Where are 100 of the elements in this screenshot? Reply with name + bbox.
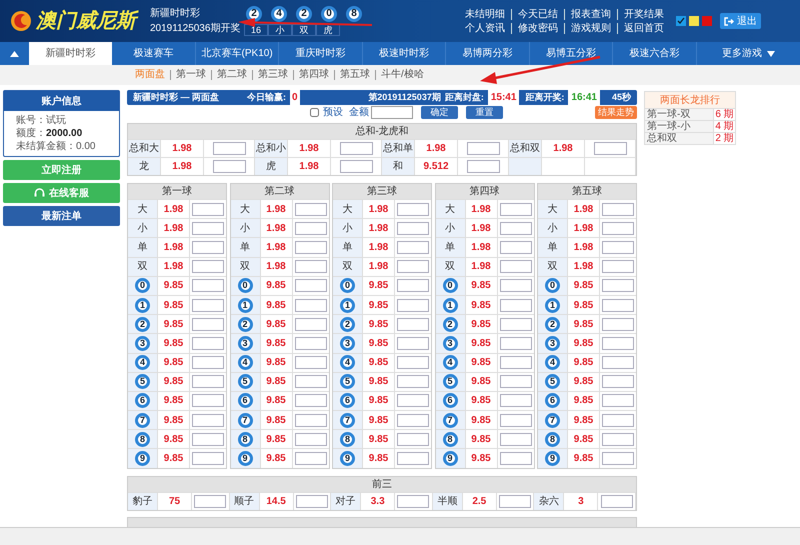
sidebar-button[interactable]: 最新注单: [3, 206, 120, 226]
header-link[interactable]: 游戏规则: [564, 22, 617, 34]
amount-input[interactable]: [602, 318, 634, 331]
amount-input[interactable]: [602, 452, 634, 466]
amount-input[interactable]: [192, 336, 224, 350]
amount-input[interactable]: [500, 202, 532, 216]
amount-input[interactable]: [397, 356, 429, 370]
amount-input[interactable]: [397, 240, 429, 254]
amount-input[interactable]: [602, 356, 634, 370]
amount-input[interactable]: [294, 432, 326, 446]
amount-input[interactable]: [192, 432, 224, 446]
amount-input[interactable]: [602, 414, 634, 427]
confirm-button[interactable]: 确定: [421, 106, 458, 119]
amount-input[interactable]: [500, 375, 532, 388]
amount-input[interactable]: [500, 452, 532, 466]
amount-input[interactable]: [294, 318, 326, 331]
amount-input[interactable]: [602, 336, 634, 350]
amount-input[interactable]: [397, 414, 429, 427]
amount-input[interactable]: [192, 452, 224, 466]
amount-input[interactable]: [294, 452, 326, 466]
amount-input[interactable]: [192, 375, 224, 388]
amount-input[interactable]: [294, 260, 326, 274]
amount-input[interactable]: [602, 260, 634, 274]
amount-input[interactable]: [294, 414, 326, 427]
header-link[interactable]: 修改密码: [511, 22, 564, 34]
subnav-link[interactable]: 斗牛/梭哈: [375, 70, 429, 80]
amount-input[interactable]: [600, 494, 633, 508]
theme-swatch[interactable]: [689, 16, 699, 26]
amount-input[interactable]: [397, 432, 429, 446]
amount-input[interactable]: [500, 222, 532, 235]
game-tab[interactable]: 更多游戏: [696, 42, 800, 65]
logout-button[interactable]: 退出: [720, 13, 761, 29]
amount-input[interactable]: [192, 394, 224, 408]
amount-input[interactable]: [397, 318, 429, 331]
header-link[interactable]: 未结明细: [459, 8, 511, 20]
amount-input[interactable]: [397, 279, 429, 292]
amount-input[interactable]: [397, 394, 429, 408]
amount-input[interactable]: [602, 240, 634, 254]
amount-input[interactable]: [500, 240, 532, 254]
amount-input[interactable]: [602, 279, 634, 292]
amount-input[interactable]: [212, 160, 246, 173]
amount-input[interactable]: [397, 452, 429, 466]
amount-input[interactable]: [499, 494, 532, 508]
subnav-link[interactable]: 第二球: [211, 70, 252, 80]
amount-input[interactable]: [397, 222, 429, 235]
amount-input[interactable]: [602, 222, 634, 235]
amount-input[interactable]: [192, 356, 224, 370]
amount-input[interactable]: [340, 160, 372, 173]
subnav-link[interactable]: 第一球: [170, 70, 211, 80]
reset-button[interactable]: 重置: [466, 106, 503, 119]
amount-input[interactable]: [192, 260, 224, 274]
amount-input[interactable]: [194, 494, 226, 508]
header-link[interactable]: 返回首页: [617, 22, 670, 34]
amount-input[interactable]: [397, 375, 429, 388]
amount-input[interactable]: [294, 298, 326, 312]
header-link[interactable]: 报表查询: [564, 8, 617, 20]
amount-input[interactable]: [500, 318, 532, 331]
amount-input[interactable]: [466, 160, 500, 173]
amount-input[interactable]: [294, 356, 326, 370]
amount-input[interactable]: [500, 298, 532, 312]
amount-input[interactable]: [192, 298, 224, 312]
amount-input[interactable]: [192, 222, 224, 235]
amount-input[interactable]: [192, 279, 224, 292]
amount-input[interactable]: [212, 142, 246, 155]
amount-input[interactable]: [466, 142, 500, 155]
amount-input[interactable]: [294, 375, 326, 388]
theme-swatch[interactable]: [702, 16, 712, 26]
amount-input[interactable]: [500, 336, 532, 350]
subnav-link[interactable]: 第五球: [334, 70, 375, 80]
subnav-link[interactable]: 第四球: [293, 70, 334, 80]
subnav-link[interactable]: 第三球: [252, 70, 293, 80]
amount-input[interactable]: [397, 202, 429, 216]
amount-input[interactable]: [294, 279, 326, 292]
amount-input[interactable]: [397, 298, 429, 312]
amount-input[interactable]: [500, 414, 532, 427]
amount-input[interactable]: [397, 494, 430, 508]
amount-field[interactable]: [371, 106, 413, 119]
amount-input[interactable]: [500, 356, 532, 370]
amount-input[interactable]: [602, 202, 634, 216]
header-link[interactable]: 开奖结果: [617, 8, 670, 20]
amount-input[interactable]: [294, 202, 326, 216]
amount-input[interactable]: [192, 202, 224, 216]
caret-up-icon[interactable]: [10, 50, 19, 56]
amount-input[interactable]: [294, 336, 326, 350]
header-link[interactable]: 今天已结: [511, 8, 564, 20]
amount-input[interactable]: [397, 336, 429, 350]
amount-input[interactable]: [594, 142, 626, 155]
amount-input[interactable]: [602, 298, 634, 312]
amount-input[interactable]: [500, 394, 532, 408]
amount-input[interactable]: [602, 375, 634, 388]
amount-input[interactable]: [602, 432, 634, 446]
amount-input[interactable]: [294, 240, 326, 254]
amount-input[interactable]: [294, 222, 326, 235]
amount-input[interactable]: [192, 318, 224, 331]
amount-input[interactable]: [192, 414, 224, 427]
theme-swatch[interactable]: [676, 16, 686, 26]
header-link[interactable]: 个人资讯: [459, 22, 511, 34]
amount-input[interactable]: [294, 394, 326, 408]
preset-checkbox[interactable]: [310, 108, 319, 117]
game-tab[interactable]: 新疆时时彩: [28, 42, 112, 65]
